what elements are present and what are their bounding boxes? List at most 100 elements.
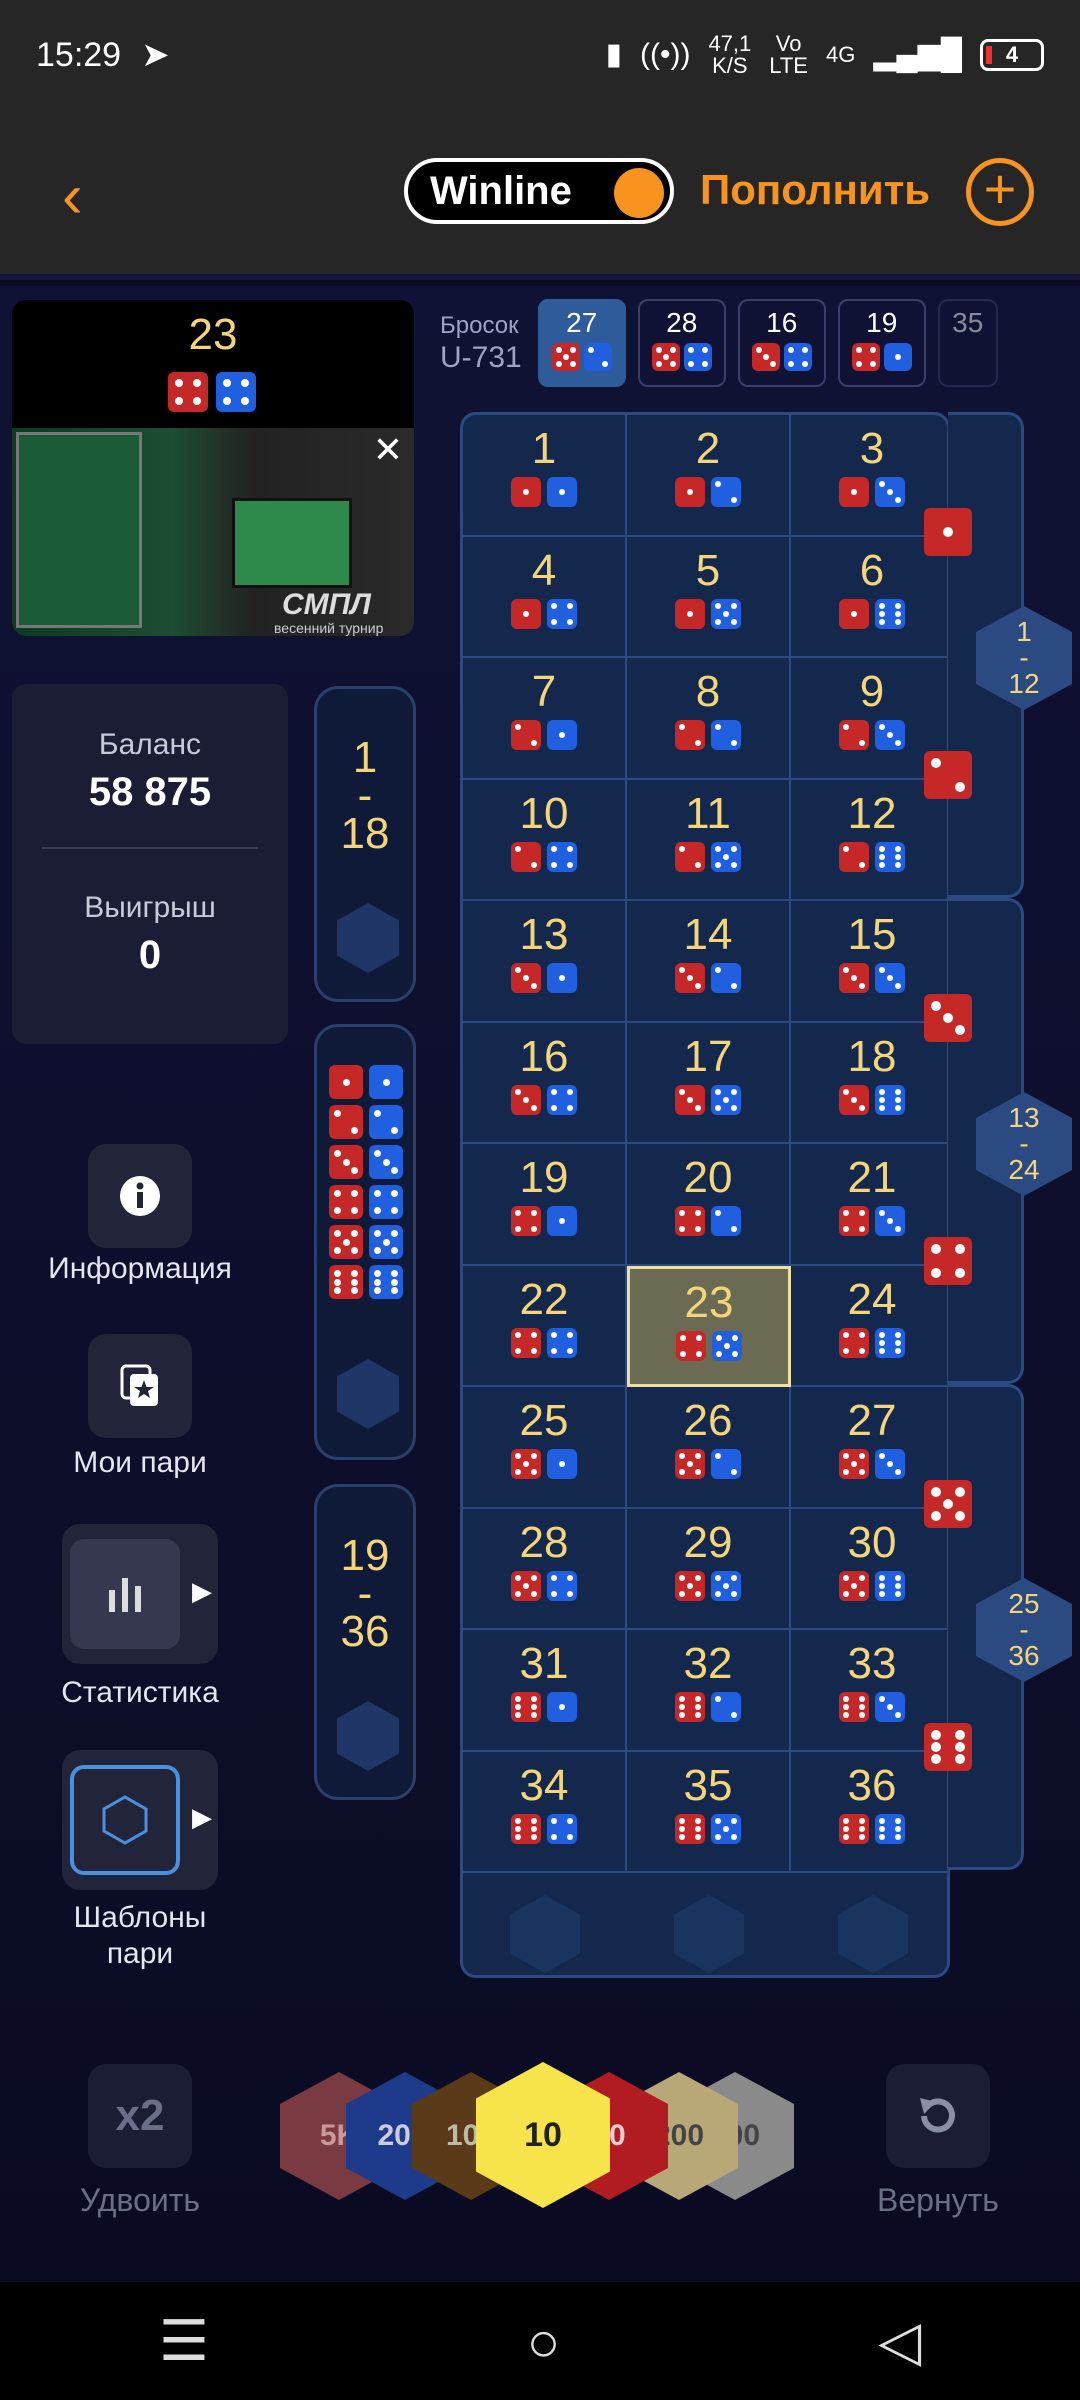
signal-icon: ▂▄▆█ — [873, 38, 962, 71]
undo-label[interactable]: Вернуть — [828, 2182, 1048, 2219]
blue-die-icon — [711, 1449, 741, 1479]
red-die-icon[interactable] — [924, 751, 972, 799]
cell-number: 9 — [859, 667, 885, 716]
blue-die-icon — [875, 963, 905, 993]
menu-icon[interactable]: ☰ — [159, 2308, 209, 2374]
lte-label: LTE — [769, 53, 808, 78]
video-inset — [16, 432, 142, 628]
number-cell-8[interactable]: 8 — [627, 658, 791, 780]
bet-slot-hexagon[interactable] — [510, 1895, 580, 1973]
home-icon[interactable]: ○ — [527, 2309, 561, 2374]
red-die-icon[interactable] — [924, 1237, 972, 1285]
info-icon — [120, 1176, 160, 1216]
number-cell-25[interactable]: 25 — [463, 1387, 627, 1509]
back-icon[interactable]: ‹ — [62, 162, 112, 232]
blue-die-icon — [875, 1813, 905, 1844]
number-cell-23[interactable]: 23 — [627, 1265, 791, 1387]
number-cell-7[interactable]: 7 — [463, 658, 627, 780]
red-die-icon — [839, 1327, 869, 1358]
video-stream[interactable]: 23 СМПЛ весенний турнир 2025 ✕ — [12, 300, 414, 636]
betting-board: 1 2 3 4 5 6 7 8 9 10 11 12 13 14 15 16 17 18 19 20 21 22 23 24 2… — [460, 412, 950, 1978]
number-cell-35[interactable]: 35 — [627, 1751, 791, 1873]
blue-die-icon — [216, 372, 256, 412]
cell-number: 31 — [519, 1639, 569, 1688]
vibrate-icon: ▮ — [605, 38, 622, 71]
game-area: 23 СМПЛ весенний турнир 2025 ✕ Бросок U-… — [0, 286, 1080, 2282]
red-die-icon — [511, 963, 541, 993]
topup-button[interactable]: Пополнить — [700, 166, 930, 214]
info-button[interactable] — [88, 1144, 192, 1248]
red-die-icon — [329, 1065, 363, 1099]
templates-label[interactable]: Шаблоны пари — [0, 1900, 290, 1972]
my-bets-button[interactable] — [88, 1334, 192, 1438]
red-die-icon[interactable] — [924, 1480, 972, 1528]
last-result-dice — [168, 372, 256, 412]
cell-number: 26 — [683, 1396, 733, 1445]
templates-button[interactable]: ▶ — [62, 1750, 218, 1890]
red-die-icon — [329, 1145, 363, 1179]
blue-die-icon — [583, 343, 612, 371]
history-label: Бросок — [440, 312, 519, 339]
number-cell-34[interactable]: 34 — [463, 1751, 627, 1873]
roll-history: Бросок U-731 27 28 16 19 35 — [440, 299, 998, 387]
number-cell-11[interactable]: 11 — [627, 779, 791, 901]
blue-die-icon — [711, 841, 741, 872]
close-icon[interactable]: ✕ — [366, 428, 410, 472]
statistics-button[interactable]: ▶ — [62, 1524, 218, 1664]
info-label[interactable]: Информация — [0, 1252, 290, 1286]
red-die-icon[interactable] — [924, 1723, 972, 1771]
red-die-icon — [839, 1449, 869, 1479]
number-cell-16[interactable]: 16 — [463, 1022, 627, 1144]
number-cell-2[interactable]: 2 — [627, 415, 791, 537]
blue-die-icon — [547, 841, 577, 872]
bet-low-1-18[interactable]: 1 - 18 — [314, 686, 416, 1002]
bet-high-19-36[interactable]: 19 - 36 — [314, 1484, 416, 1800]
number-cell-29[interactable]: 29 — [627, 1508, 791, 1630]
number-cell-22[interactable]: 22 — [463, 1265, 627, 1387]
red-die-icon — [751, 343, 780, 371]
number-cell-14[interactable]: 14 — [627, 901, 791, 1023]
number-cell-26[interactable]: 26 — [627, 1387, 791, 1509]
blue-die-icon — [711, 1084, 741, 1115]
number-cell-5[interactable]: 5 — [627, 536, 791, 658]
blue-die-icon — [369, 1225, 403, 1259]
number-cell-28[interactable]: 28 — [463, 1508, 627, 1630]
statistics-label[interactable]: Статистика — [0, 1676, 290, 1710]
undo-button[interactable] — [886, 2064, 990, 2168]
number-cell-32[interactable]: 32 — [627, 1630, 791, 1752]
number-cell-19[interactable]: 19 — [463, 1144, 627, 1266]
bet-slot-hexagon[interactable] — [674, 1895, 744, 1973]
double-label[interactable]: Удвоить — [30, 2182, 250, 2219]
bet-slot-hexagon — [337, 903, 399, 973]
number-cell-31[interactable]: 31 — [463, 1630, 627, 1752]
number-cell-4[interactable]: 4 — [463, 536, 627, 658]
red-die-icon — [675, 720, 705, 750]
number-cell-10[interactable]: 10 — [463, 779, 627, 901]
red-die-icon — [675, 1570, 705, 1601]
history-item: 28 — [637, 299, 726, 387]
last-result-number: 23 — [188, 310, 238, 359]
double-button[interactable]: x2 — [88, 2064, 192, 2168]
red-die-icon — [839, 1692, 869, 1722]
cell-number: 15 — [847, 910, 897, 959]
statistics-icon-box — [70, 1539, 180, 1649]
history-item: 16 — [737, 299, 826, 387]
bet-color-pairs[interactable] — [314, 1024, 416, 1460]
number-cell-1[interactable]: 1 — [463, 415, 627, 537]
bottom-controls: x2 Удвоить 5K 20K 100 500 200 50 10 Верн… — [0, 2006, 1080, 2282]
number-cell-13[interactable]: 13 — [463, 901, 627, 1023]
back-nav-icon[interactable]: ◁ — [878, 2308, 921, 2374]
blue-die-icon — [711, 1692, 741, 1722]
blue-die-icon — [875, 720, 905, 750]
number-cell-17[interactable]: 17 — [627, 1022, 791, 1144]
status-time: 15:29 — [36, 35, 122, 74]
blue-die-icon — [547, 598, 577, 629]
number-cell-20[interactable]: 20 — [627, 1144, 791, 1266]
plus-icon[interactable]: + — [966, 158, 1034, 226]
pair-row — [329, 1265, 403, 1299]
red-die-icon[interactable] — [924, 508, 972, 556]
red-die-icon[interactable] — [924, 994, 972, 1042]
bet-slot-hexagon[interactable] — [838, 1895, 908, 1973]
blue-die-icon — [711, 477, 741, 507]
my-bets-label[interactable]: Мои пари — [0, 1446, 290, 1480]
